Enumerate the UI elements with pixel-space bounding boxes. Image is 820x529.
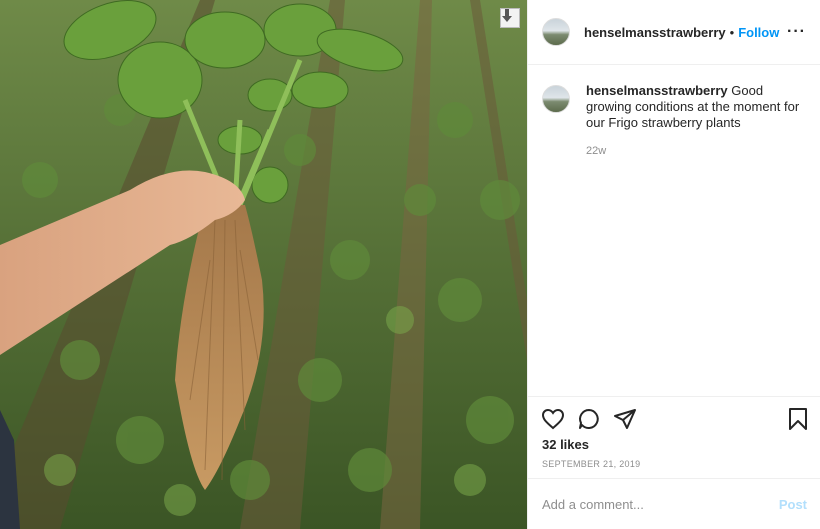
heart-icon[interactable] <box>541 407 565 431</box>
bookmark-icon[interactable] <box>787 407 809 431</box>
post-date: SEPTEMBER 21, 2019 <box>542 459 641 469</box>
share-icon[interactable] <box>613 407 637 431</box>
comment-bar: Post <box>528 478 820 529</box>
username-link[interactable]: henselmansstrawberry <box>584 25 726 40</box>
comment-icon[interactable] <box>577 407 601 431</box>
post-header: henselmansstrawberry • Follow ··· <box>528 0 820 65</box>
post-details-panel: henselmansstrawberry • Follow ··· hensel… <box>527 0 820 529</box>
strawberry-field-image <box>0 0 527 529</box>
separator-dot: • <box>729 24 735 40</box>
more-options-icon[interactable]: ··· <box>787 24 806 40</box>
caption: henselmansstrawberry Good growing condit… <box>586 83 806 159</box>
caption-avatar[interactable] <box>542 85 570 113</box>
avatar[interactable] <box>542 18 570 46</box>
post-photo[interactable] <box>0 0 527 529</box>
time-ago[interactable]: 22w <box>586 143 806 159</box>
post-comment-button[interactable]: Post <box>779 497 807 512</box>
download-icon[interactable] <box>500 8 520 28</box>
caption-section: henselmansstrawberry Good growing condit… <box>528 65 820 159</box>
caption-username-link[interactable]: henselmansstrawberry <box>586 83 728 98</box>
follow-button[interactable]: Follow <box>738 25 779 40</box>
comment-input[interactable] <box>542 496 779 512</box>
likes-count[interactable]: 32 likes <box>542 437 589 452</box>
post-actions: 32 likes SEPTEMBER 21, 2019 <box>528 396 820 478</box>
